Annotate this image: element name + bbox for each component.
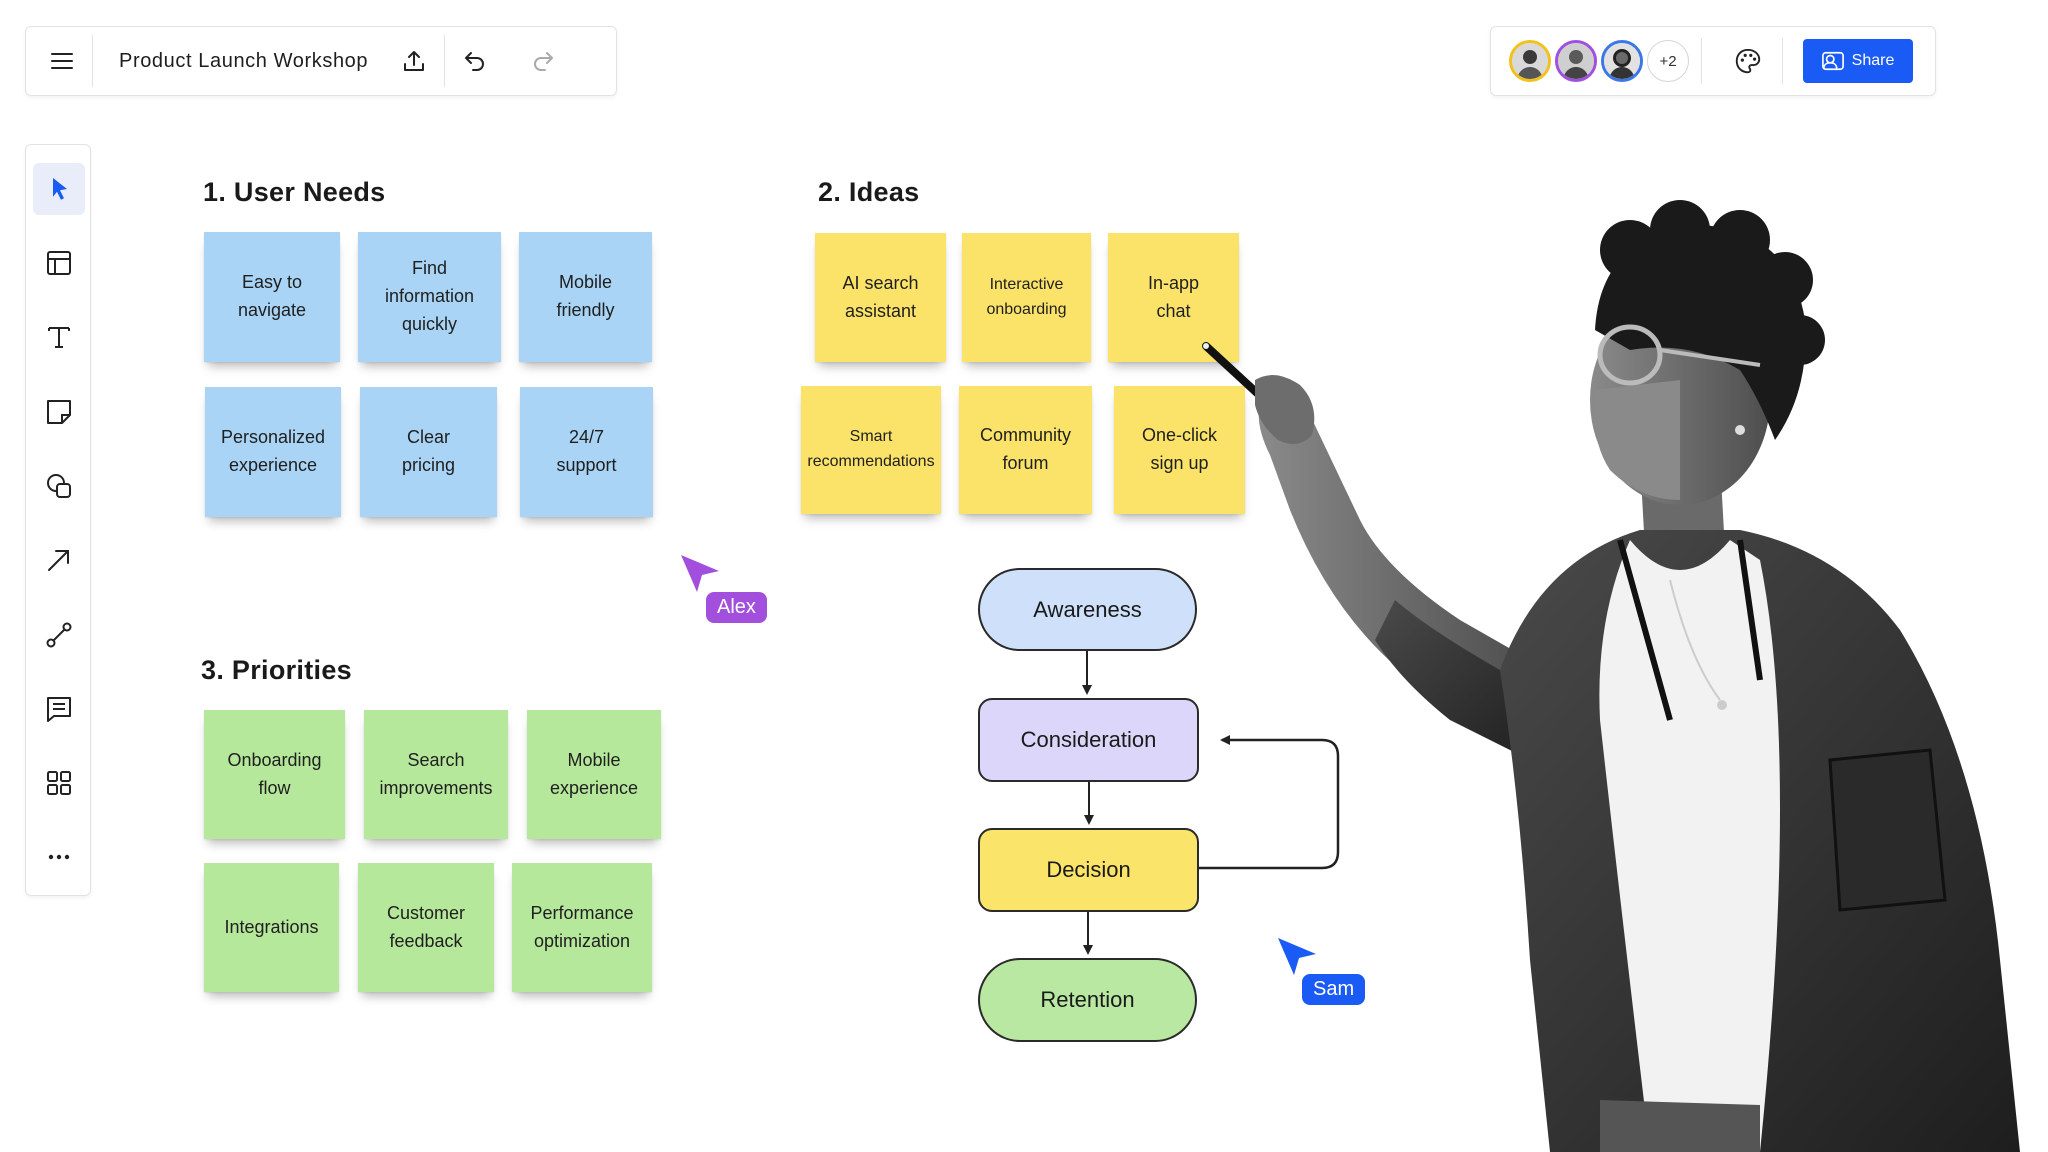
redo-icon[interactable] xyxy=(517,35,569,87)
upload-icon[interactable] xyxy=(388,35,440,87)
sticky-note[interactable]: Personalized experience xyxy=(205,387,341,517)
sticky-note[interactable]: 24/7 support xyxy=(520,387,653,517)
left-toolbar xyxy=(25,144,91,896)
divider xyxy=(1701,38,1702,84)
share-label: Share xyxy=(1851,52,1895,69)
section-title-user-needs: 1. User Needs xyxy=(203,177,386,207)
divider xyxy=(1782,38,1783,84)
cursor-alex-icon xyxy=(681,555,719,592)
flow-node-label: Decision xyxy=(1046,857,1131,882)
board-title[interactable]: Product Launch Workshop xyxy=(97,50,388,73)
shapes-icon[interactable] xyxy=(33,460,85,512)
sticky-note[interactable]: Onboarding flow xyxy=(204,710,345,839)
sticky-note[interactable]: Clear pricing xyxy=(360,387,497,517)
sticky-note[interactable]: Interactive onboarding xyxy=(962,233,1091,362)
presenter-photo xyxy=(1202,200,2020,1152)
cursor-label-alex: Alex xyxy=(706,592,767,623)
flow-node-label: Consideration xyxy=(1020,727,1157,752)
sticky-note[interactable]: Search improvements xyxy=(364,710,508,839)
sticky-note[interactable]: Customer feedback xyxy=(358,863,494,992)
section-title-ideas: 2. Ideas xyxy=(818,177,920,207)
sticky-note[interactable]: Find information quickly xyxy=(358,232,501,362)
divider xyxy=(92,35,93,87)
arrow-icon[interactable] xyxy=(33,534,85,586)
avatar[interactable] xyxy=(1601,40,1643,82)
flow-node-retention[interactable]: Retention xyxy=(978,958,1197,1042)
flow-node-awareness[interactable]: Awareness xyxy=(978,568,1197,651)
sticky-note[interactable]: Community forum xyxy=(959,386,1092,514)
flow-node-decision[interactable]: Decision xyxy=(978,828,1199,912)
share-people-icon xyxy=(1821,51,1844,71)
avatar[interactable] xyxy=(1555,40,1597,82)
flow-node-consideration[interactable]: Consideration xyxy=(978,698,1199,782)
palette-icon[interactable] xyxy=(1724,37,1772,85)
undo-icon[interactable] xyxy=(449,35,501,87)
cursor-arrow-icon[interactable] xyxy=(33,163,85,215)
flow-node-label: Awareness xyxy=(1033,596,1142,622)
top-toolbar: Product Launch Workshop xyxy=(25,26,617,96)
section-title-priorities: 3. Priorities xyxy=(201,655,352,685)
share-button[interactable]: Share xyxy=(1803,39,1913,83)
connector-icon[interactable] xyxy=(33,609,85,661)
sticky-note[interactable]: Mobile friendly xyxy=(519,232,652,362)
collaboration-bar: +2 Share xyxy=(1490,26,1936,96)
avatar[interactable] xyxy=(1509,40,1551,82)
divider xyxy=(444,35,446,87)
text-icon[interactable] xyxy=(33,311,85,363)
flow-node-label: Retention xyxy=(1040,987,1135,1012)
grid-icon[interactable] xyxy=(33,757,85,809)
sticky-note[interactable]: Easy to navigate xyxy=(204,232,340,362)
layout-icon[interactable] xyxy=(33,237,85,289)
sticky-note-icon[interactable] xyxy=(33,386,85,438)
more-collaborators-badge[interactable]: +2 xyxy=(1647,40,1689,82)
sticky-note[interactable]: Integrations xyxy=(204,863,339,992)
more-icon[interactable] xyxy=(33,831,85,883)
sticky-note[interactable]: Performance optimization xyxy=(512,863,652,992)
sticky-note[interactable]: Mobile experience xyxy=(527,710,661,839)
sticky-note[interactable]: Smart recommendations xyxy=(801,386,941,514)
sticky-note[interactable]: AI search assistant xyxy=(815,233,946,362)
comment-icon[interactable] xyxy=(33,683,85,735)
menu-icon[interactable] xyxy=(36,35,88,87)
